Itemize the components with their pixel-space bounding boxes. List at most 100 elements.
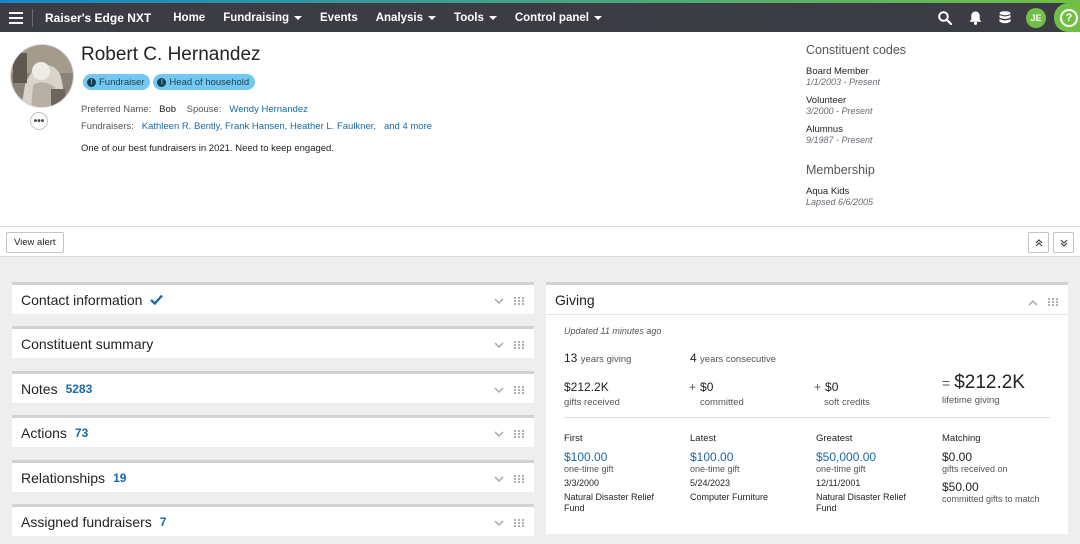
- chevron-down-icon: [488, 15, 497, 20]
- more-actions-button[interactable]: •••: [30, 112, 48, 130]
- chevron-down-icon[interactable]: [494, 383, 504, 397]
- nav-home[interactable]: Home: [173, 12, 205, 24]
- constituent-photo[interactable]: [10, 44, 74, 108]
- spouse-link[interactable]: Wendy Hernandez: [229, 104, 308, 115]
- divider: [32, 8, 33, 27]
- soft-credits-stat: + $0 soft credits: [814, 380, 870, 408]
- notification-bell-icon[interactable]: [960, 11, 990, 25]
- tile-count: 73: [74, 425, 89, 440]
- code-date: 9/1987 - Present: [806, 135, 873, 145]
- lifetime-giving-stat: = $212.2K lifetime giving: [942, 372, 1025, 406]
- nav-fundraising[interactable]: Fundraising: [223, 12, 302, 24]
- committed-stat: + $0 committed: [689, 380, 744, 408]
- user-avatar[interactable]: JE: [1026, 7, 1046, 28]
- tile-count: 5283: [65, 381, 93, 396]
- fundraiser-link[interactable]: Kathleen R. Bently,: [142, 121, 223, 132]
- view-alert-button[interactable]: View alert: [6, 232, 64, 253]
- tile-title: Contact information: [21, 291, 143, 308]
- double-chevron-up-icon: [1035, 238, 1042, 246]
- preferred-name-value: Bob: [159, 104, 177, 115]
- tile-actions[interactable]: Actions 73: [12, 415, 534, 447]
- alert-bar: View alert: [0, 227, 1080, 257]
- constituent-badges: ! Fundraiser ! Head of household: [83, 74, 256, 90]
- greatest-gift: Greatest $50,000.00 one-time gift 12/11/…: [816, 433, 936, 514]
- double-chevron-down-icon: [1060, 239, 1067, 247]
- chevron-down-icon[interactable]: [494, 427, 504, 441]
- check-icon: [150, 294, 164, 305]
- chevron-down-icon[interactable]: [494, 338, 504, 352]
- membership-name: Aqua Kids: [806, 186, 850, 197]
- years-giving: 13 years giving: [564, 351, 632, 365]
- giving-header[interactable]: Giving: [546, 285, 1068, 315]
- badge-fundraiser[interactable]: ! Fundraiser: [83, 74, 151, 90]
- collapse-all-button[interactable]: [1028, 232, 1049, 253]
- drag-handle-icon[interactable]: [514, 472, 524, 486]
- first-gift-amount-link[interactable]: $100.00: [564, 450, 684, 464]
- chevron-up-icon[interactable]: [1028, 295, 1038, 309]
- code-name: Alumnus: [806, 124, 843, 135]
- constituent-header: ••• Robert C. Hernandez ! Fundraiser ! H…: [0, 32, 1080, 227]
- fundraiser-link[interactable]: Heather L. Faulkner,: [290, 121, 376, 132]
- constituent-name: Robert C. Hernandez: [81, 44, 261, 65]
- latest-gift-amount-link[interactable]: $100.00: [690, 450, 810, 464]
- tile-title: Assigned fundraisers: [21, 513, 152, 530]
- tile-constituent-summary[interactable]: Constituent summary: [12, 326, 534, 358]
- search-icon[interactable]: [930, 10, 960, 25]
- fundraiser-link[interactable]: Frank Hansen,: [225, 121, 287, 132]
- tile-count: 7: [159, 514, 167, 529]
- chevron-down-icon: [428, 15, 437, 20]
- chevron-down-icon[interactable]: [494, 472, 504, 486]
- chevron-down-icon: [593, 15, 602, 20]
- nav-tools[interactable]: Tools: [454, 12, 497, 24]
- top-navigation-bar: Raiser's Edge NXT Home Fundraising Event…: [0, 0, 1080, 32]
- greatest-gift-amount-link[interactable]: $50,000.00: [816, 450, 936, 464]
- drag-handle-icon[interactable]: [514, 338, 524, 352]
- tile-title: Giving: [555, 291, 595, 308]
- latest-gift: Latest $100.00 one-time gift 5/24/2023 C…: [690, 433, 810, 503]
- badge-head-of-household[interactable]: ! Head of household: [153, 74, 256, 90]
- preferred-name-line: Preferred Name: Bob Spouse: Wendy Hernan…: [81, 104, 308, 115]
- tile-title: Notes: [21, 380, 58, 397]
- code-date: 1/1/2003 - Present: [806, 77, 881, 87]
- code-name: Board Member: [806, 66, 869, 77]
- updated-timestamp: Updated 11 minutes ago: [564, 326, 662, 336]
- more-fundraisers-link[interactable]: and 4 more: [384, 121, 432, 132]
- drag-handle-icon[interactable]: [514, 383, 524, 397]
- tile-giving: Giving Updated 11 minutes ago 13 years g…: [546, 282, 1068, 534]
- tile-count: 19: [113, 470, 127, 485]
- tile-title: Relationships: [21, 469, 106, 486]
- tile-title: Constituent summary: [21, 335, 154, 352]
- nav-analysis[interactable]: Analysis: [376, 12, 437, 24]
- tile-contact-information[interactable]: Contact information: [12, 282, 534, 314]
- menu-icon[interactable]: [0, 3, 32, 32]
- help-icon: ?: [1060, 8, 1078, 27]
- tile-notes[interactable]: Notes 5283: [12, 371, 534, 403]
- divider: [564, 417, 1050, 418]
- years-consecutive: 4 years consecutive: [690, 351, 777, 365]
- chevron-down-icon: [294, 15, 302, 20]
- constituent-note: One of our best fundraisers in 2021. Nee…: [81, 143, 334, 154]
- constituent-codes-heading: Constituent codes: [806, 43, 907, 57]
- drag-handle-icon[interactable]: [514, 516, 524, 530]
- first-gift: First $100.00 one-time gift 3/3/2000 Nat…: [564, 433, 684, 514]
- membership-status: Lapsed 6/6/2005: [806, 197, 874, 207]
- tile-relationships[interactable]: Relationships 19: [12, 460, 534, 492]
- code-date: 3/2000 - Present: [806, 106, 873, 116]
- drag-handle-icon[interactable]: [514, 427, 524, 441]
- drag-handle-icon[interactable]: [1048, 295, 1058, 309]
- nav-control-panel[interactable]: Control panel: [515, 12, 602, 24]
- tile-assigned-fundraisers[interactable]: Assigned fundraisers 7: [12, 504, 534, 536]
- help-button[interactable]: ?: [1054, 3, 1080, 32]
- drag-handle-icon[interactable]: [514, 294, 524, 308]
- chevron-down-icon[interactable]: [494, 516, 504, 530]
- tile-title: Actions: [21, 424, 67, 441]
- fundraisers-line: Fundraisers: Kathleen R. Bently, Frank H…: [81, 121, 433, 132]
- chevron-down-icon[interactable]: [494, 294, 504, 308]
- membership-heading: Membership: [806, 163, 875, 177]
- nav-events[interactable]: Events: [320, 12, 358, 24]
- expand-all-button[interactable]: [1053, 232, 1074, 253]
- code-name: Volunteer: [806, 95, 847, 106]
- database-icon[interactable]: [990, 10, 1020, 25]
- brand-name[interactable]: Raiser's Edge NXT: [45, 11, 151, 25]
- info-icon: !: [87, 77, 96, 87]
